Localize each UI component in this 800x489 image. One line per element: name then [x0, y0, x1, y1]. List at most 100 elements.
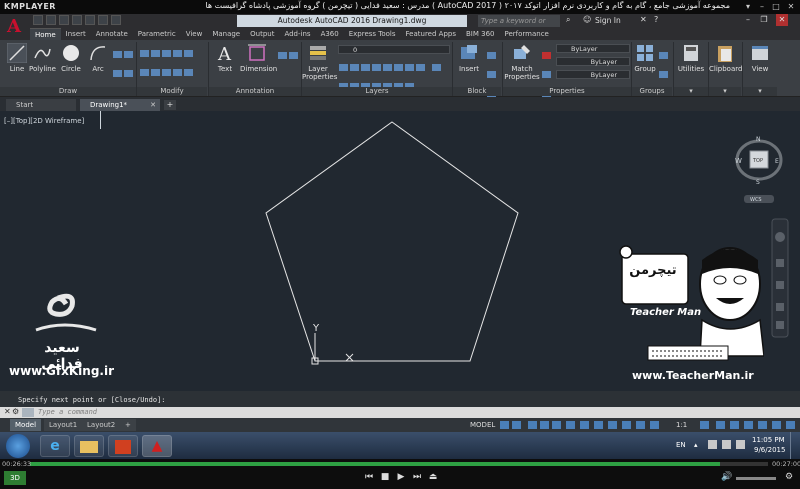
insert-button[interactable]: Insert	[456, 43, 482, 73]
player-maximize-icon[interactable]: □	[770, 1, 782, 12]
ribbon-tab-performance[interactable]: Performance	[499, 28, 553, 40]
close-icon[interactable]: ✕	[776, 14, 788, 26]
settings-icon[interactable]: ⚙	[782, 472, 796, 482]
help-icon[interactable]: ?	[654, 15, 658, 24]
command-input[interactable]: Type a command	[38, 408, 97, 416]
quick-properties-icon[interactable]	[744, 421, 753, 429]
player-pin-icon[interactable]: ▾	[742, 1, 754, 12]
ribbon-tab-featured-apps[interactable]: Featured Apps	[401, 28, 461, 40]
tray-date[interactable]: 9/6/2015	[754, 446, 785, 454]
layer-tool-icon[interactable]	[416, 64, 425, 71]
ribbon-tab-add-ins[interactable]: Add-ins	[279, 28, 315, 40]
block-panel-label[interactable]: Block	[453, 87, 501, 96]
sign-in-link[interactable]: Sign In	[595, 15, 621, 27]
ribbon-tab-bim-360[interactable]: BIM 360	[461, 28, 500, 40]
ortho-icon[interactable]	[528, 421, 537, 429]
viewcube-s-label[interactable]: S	[756, 179, 760, 186]
previous-icon[interactable]: ⏮	[362, 472, 376, 482]
mirror-icon[interactable]	[151, 69, 160, 76]
line-button[interactable]: Line	[5, 43, 29, 73]
volume-slider[interactable]	[736, 477, 776, 480]
ungroup-icon[interactable]	[659, 52, 668, 59]
viewcube-w-label[interactable]: W	[735, 157, 742, 165]
ribbon-tab-home[interactable]: Home	[30, 28, 61, 40]
units-icon[interactable]	[730, 421, 739, 429]
file-tab-start[interactable]: Start	[6, 99, 76, 111]
ribbon-tab-manage[interactable]: Manage	[207, 28, 245, 40]
offset-icon[interactable]	[184, 69, 193, 76]
osnap-icon[interactable]	[566, 421, 575, 429]
tray-arrow-icon[interactable]: ▴	[694, 441, 698, 449]
new-icon[interactable]	[33, 15, 43, 25]
save-icon[interactable]	[59, 15, 69, 25]
layout-tab-layout2[interactable]: Layout2	[82, 419, 121, 431]
viewcube[interactable]: TOP N S E W WCS	[735, 136, 783, 203]
layer-tool-icon[interactable]	[432, 64, 442, 71]
clean-screen-icon[interactable]	[772, 421, 781, 429]
otrack-icon[interactable]	[580, 421, 589, 429]
rotate-icon[interactable]	[151, 50, 160, 57]
autoscale-icon[interactable]	[650, 421, 659, 429]
orbit-icon[interactable]	[776, 303, 784, 311]
ribbon-tab-view[interactable]: View	[181, 28, 208, 40]
new-tab-button[interactable]: +	[164, 100, 176, 110]
taskbar-ie-icon[interactable]: e	[40, 435, 70, 457]
command-close-icon[interactable]: ✕	[4, 407, 11, 416]
clipboard-button[interactable]: Clipboard	[709, 43, 742, 73]
close-tab-icon[interactable]: ✕	[150, 99, 156, 111]
layer-properties-button[interactable]: Layer Properties	[302, 43, 337, 81]
copy-icon[interactable]	[140, 69, 149, 76]
ribbon-tab-a360[interactable]: A360	[316, 28, 344, 40]
user-icon[interactable]: ☺	[583, 15, 591, 24]
layer-tool-icon[interactable]	[372, 64, 381, 71]
layers-panel-label[interactable]: Layers	[302, 87, 452, 96]
tray-clock[interactable]: 11:05 PM	[752, 436, 785, 444]
group-edit-icon[interactable]	[659, 71, 668, 78]
viewcube-e-label[interactable]: E	[775, 158, 779, 165]
lineweight-dropdown[interactable]: ByLayer	[556, 57, 630, 66]
lineweight-toggle-icon[interactable]	[594, 421, 603, 429]
explode-icon[interactable]	[173, 69, 182, 76]
grid-icon[interactable]	[500, 421, 509, 429]
ribbon-tab-insert[interactable]: Insert	[61, 28, 91, 40]
color-icon[interactable]	[542, 52, 551, 59]
minimize-icon[interactable]: –	[742, 14, 754, 26]
trim-icon[interactable]	[162, 50, 171, 57]
modify-more-icon[interactable]	[184, 50, 193, 57]
isolate-objects-icon[interactable]	[758, 421, 767, 429]
modify-panel-label[interactable]: Modify	[137, 87, 207, 96]
taskbar-powerpoint-icon[interactable]	[108, 435, 138, 457]
circle-button[interactable]: Circle	[59, 43, 83, 73]
player-minimize-icon[interactable]: –	[756, 1, 768, 12]
zoom-icon[interactable]	[776, 281, 784, 289]
search-input[interactable]: Type a keyword or phrase	[478, 15, 560, 37]
view-button[interactable]: View	[746, 43, 774, 73]
annotation-visibility-icon[interactable]	[636, 421, 645, 429]
stop-icon[interactable]: ■	[378, 472, 392, 482]
groups-panel-label[interactable]: Groups	[632, 87, 672, 96]
plot-icon[interactable]	[85, 15, 95, 25]
move-icon[interactable]	[140, 50, 149, 57]
customize-icon[interactable]	[786, 421, 795, 429]
edit-block-icon[interactable]	[487, 71, 496, 78]
annotation-panel-label[interactable]: Annotation	[209, 87, 301, 96]
text-button[interactable]: A Text	[212, 43, 238, 73]
tray-network-icon[interactable]	[722, 440, 731, 449]
layer-tool-icon[interactable]	[394, 64, 403, 71]
create-block-icon[interactable]	[487, 52, 496, 59]
binoculars-icon[interactable]: ⌕	[566, 15, 570, 25]
erase-icon[interactable]	[173, 50, 182, 57]
properties-panel-label[interactable]: Properties	[503, 87, 631, 96]
workspace-icon[interactable]	[700, 421, 709, 429]
lineweight-icon[interactable]	[542, 71, 551, 78]
layer-tool-icon[interactable]	[350, 64, 359, 71]
layer-tool-icon[interactable]	[383, 64, 392, 71]
ribbon-tab-express-tools[interactable]: Express Tools	[344, 28, 401, 40]
table-icon[interactable]	[289, 52, 298, 59]
layer-dropdown[interactable]: 0	[338, 45, 450, 54]
boundary-icon[interactable]	[124, 70, 133, 77]
saveas-icon[interactable]	[72, 15, 82, 25]
utilities-button[interactable]: Utilities	[676, 43, 706, 73]
leader-icon[interactable]	[278, 52, 287, 59]
color-dropdown[interactable]: ByLayer	[556, 44, 630, 53]
